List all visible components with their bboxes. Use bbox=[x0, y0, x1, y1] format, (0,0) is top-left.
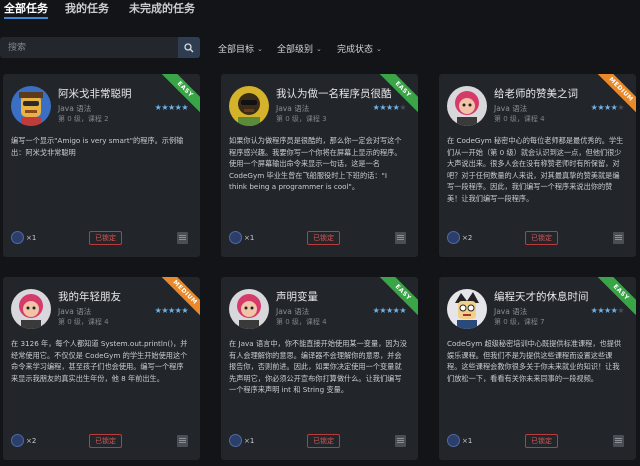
task-title[interactable]: 我认为做一名程序员很酷 bbox=[276, 86, 392, 101]
avatar-token-icon bbox=[447, 231, 460, 244]
task-level-lesson: 第 0 级，课程 4 bbox=[276, 318, 327, 326]
task-card[interactable]: EASY 声明变量 Java 语法 ★★★★★ 第 0 级，课程 4 在 Jav… bbox=[221, 277, 418, 460]
avatar-token-icon bbox=[11, 434, 24, 447]
document-icon[interactable] bbox=[177, 435, 188, 447]
avatar bbox=[11, 86, 51, 126]
tab-incomplete-tasks[interactable]: 未完成的任务 bbox=[129, 0, 195, 16]
filter-status[interactable]: 完成状态 ⌄ bbox=[337, 42, 382, 55]
avatar bbox=[11, 289, 51, 329]
search-button[interactable] bbox=[178, 37, 200, 58]
document-icon[interactable] bbox=[177, 232, 188, 244]
task-title[interactable]: 编程天才的休息时间 bbox=[494, 289, 589, 304]
task-card[interactable]: MEDIUM 我的年轻朋友 Java 语法 ★★★★★ 第 0 级，课程 4 在… bbox=[3, 277, 200, 460]
task-title[interactable]: 阿米戈非常聪明 bbox=[58, 86, 132, 101]
task-language: Java 语法 bbox=[58, 307, 92, 316]
tab-my-tasks[interactable]: 我的任务 bbox=[65, 0, 109, 16]
avatar bbox=[447, 86, 487, 126]
task-title[interactable]: 给老师的赞美之词 bbox=[494, 86, 578, 101]
locked-status-button[interactable]: 已锁定 bbox=[525, 434, 558, 448]
search-input[interactable] bbox=[0, 37, 176, 58]
task-level-lesson: 第 0 级，课程 7 bbox=[494, 318, 545, 326]
task-description: 在 3126 年，每个人都知道 System.out.println()，并经常… bbox=[11, 339, 188, 383]
locked-status-button[interactable]: 已锁定 bbox=[89, 434, 122, 448]
task-language: Java 语法 bbox=[276, 104, 310, 113]
robot-avatar-icon bbox=[19, 294, 43, 329]
task-language: Java 语法 bbox=[276, 307, 310, 316]
task-tabs: 全部任务 我的任务 未完成的任务 bbox=[0, 0, 640, 22]
task-description: 在 CodeGym 秘密中心的每位老师都是最优秀的。学生们从一开始（第 0 级）… bbox=[447, 136, 624, 203]
locked-status-button[interactable]: 已锁定 bbox=[525, 231, 558, 245]
rating-stars: ★★★★★ bbox=[372, 306, 407, 315]
token-count: ×1 bbox=[462, 437, 473, 445]
avatar bbox=[229, 289, 269, 329]
robot-avatar-icon bbox=[19, 92, 43, 126]
task-language: Java 语法 bbox=[58, 104, 92, 113]
filter-level[interactable]: 全部级别 ⌄ bbox=[277, 42, 322, 55]
document-icon[interactable] bbox=[395, 232, 406, 244]
token-count: ×1 bbox=[244, 234, 255, 242]
rating-stars: ★★★★★ bbox=[372, 103, 407, 112]
task-card[interactable]: EASY 我认为做一名程序员很酷 Java 语法 ★★★★★ 第 0 级，课程 … bbox=[221, 74, 418, 257]
avatar bbox=[447, 289, 487, 329]
task-description: CodeGym 超级秘密培训中心既提供标准课程，也提供娱乐课程。但我们不是为提供… bbox=[447, 339, 622, 383]
task-level-lesson: 第 0 级，课程 2 bbox=[58, 115, 109, 123]
robot-avatar-icon bbox=[455, 292, 479, 329]
task-level-lesson: 第 0 级，课程 3 bbox=[276, 115, 327, 123]
avatar-token-icon bbox=[447, 434, 460, 447]
robot-avatar-icon bbox=[238, 93, 260, 126]
chevron-down-icon: ⌄ bbox=[376, 45, 382, 53]
tab-all-tasks[interactable]: 全部任务 bbox=[4, 0, 48, 19]
task-description: 编写一个显示"Amigo is very smart"的程序。示例输出：阿米戈非… bbox=[11, 136, 184, 157]
chevron-down-icon: ⌄ bbox=[257, 45, 263, 53]
locked-status-button[interactable]: 已锁定 bbox=[89, 231, 122, 245]
task-language: Java 语法 bbox=[494, 307, 528, 316]
task-level-lesson: 第 0 级，课程 4 bbox=[58, 318, 109, 326]
search-icon bbox=[184, 42, 194, 52]
rating-stars: ★★★★★ bbox=[590, 306, 625, 315]
document-icon[interactable] bbox=[613, 232, 624, 244]
robot-avatar-icon bbox=[237, 294, 261, 329]
task-title[interactable]: 声明变量 bbox=[276, 289, 318, 304]
filter-level-label: 全部级别 bbox=[277, 45, 314, 55]
filter-target[interactable]: 全部目标 ⌄ bbox=[218, 42, 263, 55]
robot-avatar-icon bbox=[455, 91, 479, 126]
avatar bbox=[229, 86, 269, 126]
token-count: ×2 bbox=[462, 234, 473, 242]
token-count: ×1 bbox=[244, 437, 255, 445]
rating-stars: ★★★★★ bbox=[590, 103, 625, 112]
task-level-lesson: 第 0 级，课程 4 bbox=[494, 115, 545, 123]
token-count: ×1 bbox=[26, 234, 37, 242]
filter-target-label: 全部目标 bbox=[218, 45, 255, 55]
document-icon[interactable] bbox=[395, 435, 406, 447]
task-card[interactable]: EASY 阿米戈非常聪明 Java 语法 ★★★★★ 第 0 级，课程 2 编写… bbox=[3, 74, 200, 257]
task-card[interactable]: EASY 编程天才的休息时间 Java 语法 ★★★★★ 第 0 级，课程 7 … bbox=[439, 277, 636, 460]
task-card[interactable]: MEDIUM 给老师的赞美之词 Java 语法 ★★★★★ 第 0 级，课程 4… bbox=[439, 74, 636, 257]
task-title[interactable]: 我的年轻朋友 bbox=[58, 289, 121, 304]
chevron-down-icon: ⌄ bbox=[316, 45, 322, 53]
avatar-token-icon bbox=[11, 231, 24, 244]
avatar-token-icon bbox=[229, 231, 242, 244]
task-description: 如果你认为做程序员是很酷的，那么你一定会对写这个程序感兴趣。我要你写一个你将在屏… bbox=[229, 136, 402, 191]
task-description: 在 Java 语言中，你不能直接开始使用某一变量，因为没有人会理解你的意思。编译… bbox=[229, 339, 407, 394]
rating-stars: ★★★★★ bbox=[154, 306, 189, 315]
document-icon[interactable] bbox=[613, 435, 624, 447]
rating-stars: ★★★★★ bbox=[154, 103, 189, 112]
search-box bbox=[0, 37, 200, 58]
avatar-token-icon bbox=[229, 434, 242, 447]
task-language: Java 语法 bbox=[494, 104, 528, 113]
locked-status-button[interactable]: 已锁定 bbox=[307, 231, 340, 245]
filter-status-label: 完成状态 bbox=[337, 45, 374, 55]
token-count: ×2 bbox=[26, 437, 37, 445]
locked-status-button[interactable]: 已锁定 bbox=[307, 434, 340, 448]
